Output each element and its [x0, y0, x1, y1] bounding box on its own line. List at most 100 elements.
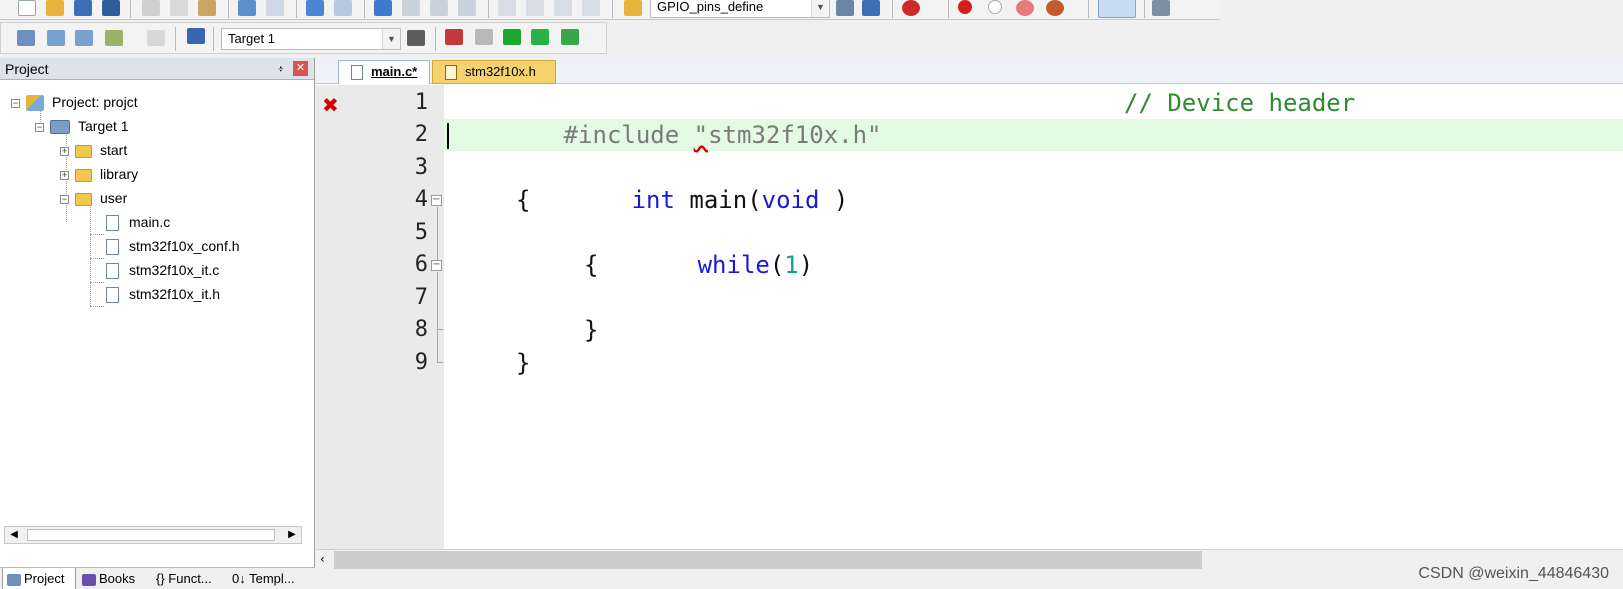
incremental-find-icon[interactable] [836, 0, 854, 16]
project-panel: Project ፥ ✕ − Project: projct − Target 1 +… [0, 58, 315, 589]
tab-stm32f10x-h[interactable]: stm32f10x.h [432, 60, 556, 84]
tree-file-it-h[interactable]: stm32f10x_it.h [106, 282, 220, 306]
find-icon[interactable] [862, 0, 880, 16]
indent-icon[interactable] [498, 0, 516, 16]
breakpoint-icon[interactable] [958, 0, 972, 14]
stop-build-icon[interactable] [147, 30, 165, 46]
scroll-left-icon[interactable]: ‹ [320, 552, 325, 566]
header-file-icon [445, 65, 457, 81]
tree-group-label: user [100, 190, 128, 206]
paren-close: ) [819, 186, 849, 214]
collapse-icon[interactable]: − [60, 194, 69, 204]
tree-target-node[interactable]: − Target 1 [35, 114, 129, 138]
window-layout-icon[interactable] [1098, 0, 1136, 18]
translate-icon[interactable] [17, 30, 35, 46]
file-icon [106, 239, 119, 256]
target-options-icon[interactable] [407, 30, 425, 46]
breakpoint-disable-icon[interactable] [988, 0, 1002, 14]
tree-group-user[interactable]: − user [60, 186, 127, 210]
save-icon[interactable] [74, 0, 92, 16]
watermark: CSDN @weixin_44846430 [1418, 565, 1609, 582]
include-filename: stm32f10x.h" [708, 121, 882, 149]
build-icon[interactable] [47, 30, 65, 46]
debug-session-icon[interactable] [902, 0, 920, 16]
tree-file-conf-h[interactable]: stm32f10x_conf.h [106, 234, 240, 258]
tree-project-node[interactable]: − Project: projct [11, 90, 138, 114]
tree-group-label: library [100, 166, 139, 182]
open-file-icon[interactable] [46, 0, 64, 16]
pin-icon[interactable]: ፥ [278, 58, 284, 80]
new-file-icon[interactable] [18, 0, 36, 16]
undo-icon[interactable] [238, 0, 256, 16]
expand-icon[interactable]: + [60, 170, 69, 180]
paren-open: ( [769, 251, 785, 279]
code-line-9: } [516, 349, 531, 377]
scroll-thumb[interactable] [334, 551, 1202, 569]
chevron-down-icon[interactable]: ▼ [811, 0, 829, 17]
rebuild-icon[interactable] [75, 30, 93, 46]
comment-icon[interactable] [554, 0, 572, 16]
pack-installer-icon[interactable] [561, 29, 579, 45]
scroll-left-icon[interactable]: ◀ [5, 527, 23, 543]
paste-icon[interactable] [198, 0, 216, 16]
tree-file-it-c[interactable]: stm32f10x_it.c [106, 258, 219, 282]
folder-icon [75, 144, 92, 158]
bookmark-next-icon[interactable] [430, 0, 448, 16]
unindent-icon[interactable] [526, 0, 544, 16]
tab-templates[interactable]: 0↓ Templ... [228, 568, 308, 589]
collapse-icon[interactable]: − [11, 98, 20, 108]
file-extensions-icon[interactable] [445, 29, 463, 45]
code-line-4: { [516, 186, 531, 214]
tab-books[interactable]: Books [78, 568, 150, 589]
configure-icon[interactable] [1152, 0, 1170, 16]
fold-collapse-icon[interactable]: − [431, 260, 442, 271]
copy-icon[interactable] [170, 0, 188, 16]
batch-build-icon[interactable] [105, 30, 123, 46]
uncomment-icon[interactable] [582, 0, 600, 16]
tree-group-start[interactable]: + start [60, 138, 127, 162]
download-icon[interactable] [187, 28, 205, 44]
cut-icon[interactable] [142, 0, 160, 16]
folder-open-icon [75, 192, 92, 206]
bookmark-clear-icon[interactable] [458, 0, 476, 16]
folder-icon [75, 168, 92, 182]
scroll-right-icon[interactable]: ▶ [283, 527, 301, 543]
chevron-down-icon[interactable]: ▼ [382, 29, 400, 49]
line-number: 4 [414, 187, 428, 212]
manage-project-items-icon[interactable] [475, 29, 493, 45]
tree-file-main-c[interactable]: main.c [106, 210, 170, 234]
function-combo[interactable]: GPIO_pins_define ▼ [650, 0, 830, 18]
editor-tabbar: main.c* stm32f10x.h [316, 58, 1623, 84]
breakpoint-disable-all-icon[interactable] [1016, 0, 1034, 16]
breakpoint-kill-all-icon[interactable] [1046, 0, 1064, 16]
file-icon [351, 65, 363, 81]
nav-forward-icon[interactable] [334, 0, 352, 16]
collapse-icon[interactable]: − [35, 122, 44, 132]
target-combo[interactable]: Target 1 ▼ [221, 28, 401, 50]
find-in-files-icon[interactable] [624, 0, 642, 16]
tree-group-library[interactable]: + library [60, 162, 138, 186]
project-hscroll[interactable]: ◀ ▶ [4, 526, 302, 544]
save-all-icon[interactable] [102, 0, 120, 16]
string-quote: " [693, 121, 709, 149]
expand-icon[interactable]: + [60, 146, 69, 156]
tab-main-c[interactable]: main.c* [338, 60, 430, 84]
fold-collapse-icon[interactable]: − [431, 195, 442, 206]
build-toolbar: Target 1 ▼ [0, 22, 607, 54]
bookmark-prev-icon[interactable] [402, 0, 420, 16]
nav-back-icon[interactable] [306, 0, 324, 16]
select-packs-icon[interactable] [503, 29, 521, 45]
close-icon[interactable]: ✕ [293, 61, 308, 76]
code-editor[interactable]: #include "stm32f10x.h" // Device header … [444, 85, 1623, 557]
tab-project[interactable]: Project [2, 568, 76, 589]
manage-rte-icon[interactable] [531, 29, 549, 45]
panel-bottom-tabs: Project Books {} Funct... 0↓ Templ... [0, 567, 315, 589]
code-comment: // Device header [1124, 89, 1356, 117]
code-line-1: #include "stm32f10x.h" [448, 87, 882, 149]
project-tree: − Project: projct − Target 1 + start + libra… [0, 80, 314, 545]
scroll-thumb[interactable] [27, 529, 275, 541]
redo-icon[interactable] [266, 0, 284, 16]
bookmark-icon[interactable] [374, 0, 392, 16]
function-combo-value: GPIO_pins_define [657, 0, 764, 14]
tab-functions[interactable]: {} Funct... [152, 568, 226, 589]
